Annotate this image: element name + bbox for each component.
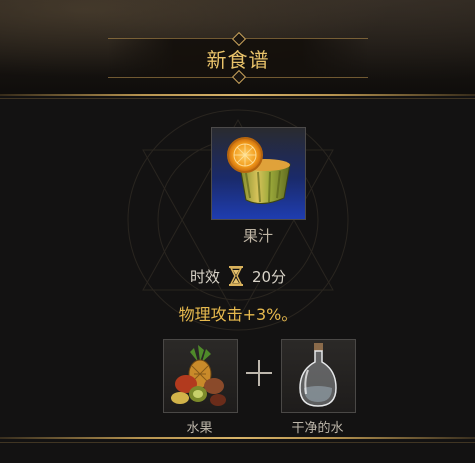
duration-row: 时效 20分	[150, 264, 326, 288]
header-divider-thin	[0, 98, 475, 99]
dialog-title: 新食谱	[206, 48, 270, 72]
footer-divider-thin	[0, 442, 475, 443]
recipe-effect: 物理攻击+3%。	[178, 305, 298, 324]
ingredient-label-fruit: 水果	[186, 421, 213, 436]
recipe-item-name: 果汁	[242, 227, 273, 245]
ingredient-slot-fruit[interactable]	[163, 339, 238, 413]
duration-value: 20分	[251, 267, 287, 286]
water-bottle-icon	[299, 343, 337, 407]
recipe-item-slot[interactable]	[211, 127, 306, 220]
ingredient-slot-water[interactable]	[281, 339, 356, 413]
ingredient-label-water: 干净的水	[291, 421, 344, 436]
footer-divider	[0, 437, 475, 439]
duration-label: 时效	[189, 267, 220, 286]
plus-icon	[246, 360, 272, 386]
hourglass-icon	[228, 266, 243, 286]
fruit-basket-icon	[171, 345, 226, 406]
juice-cup-icon	[227, 137, 291, 204]
header-divider	[0, 94, 475, 96]
